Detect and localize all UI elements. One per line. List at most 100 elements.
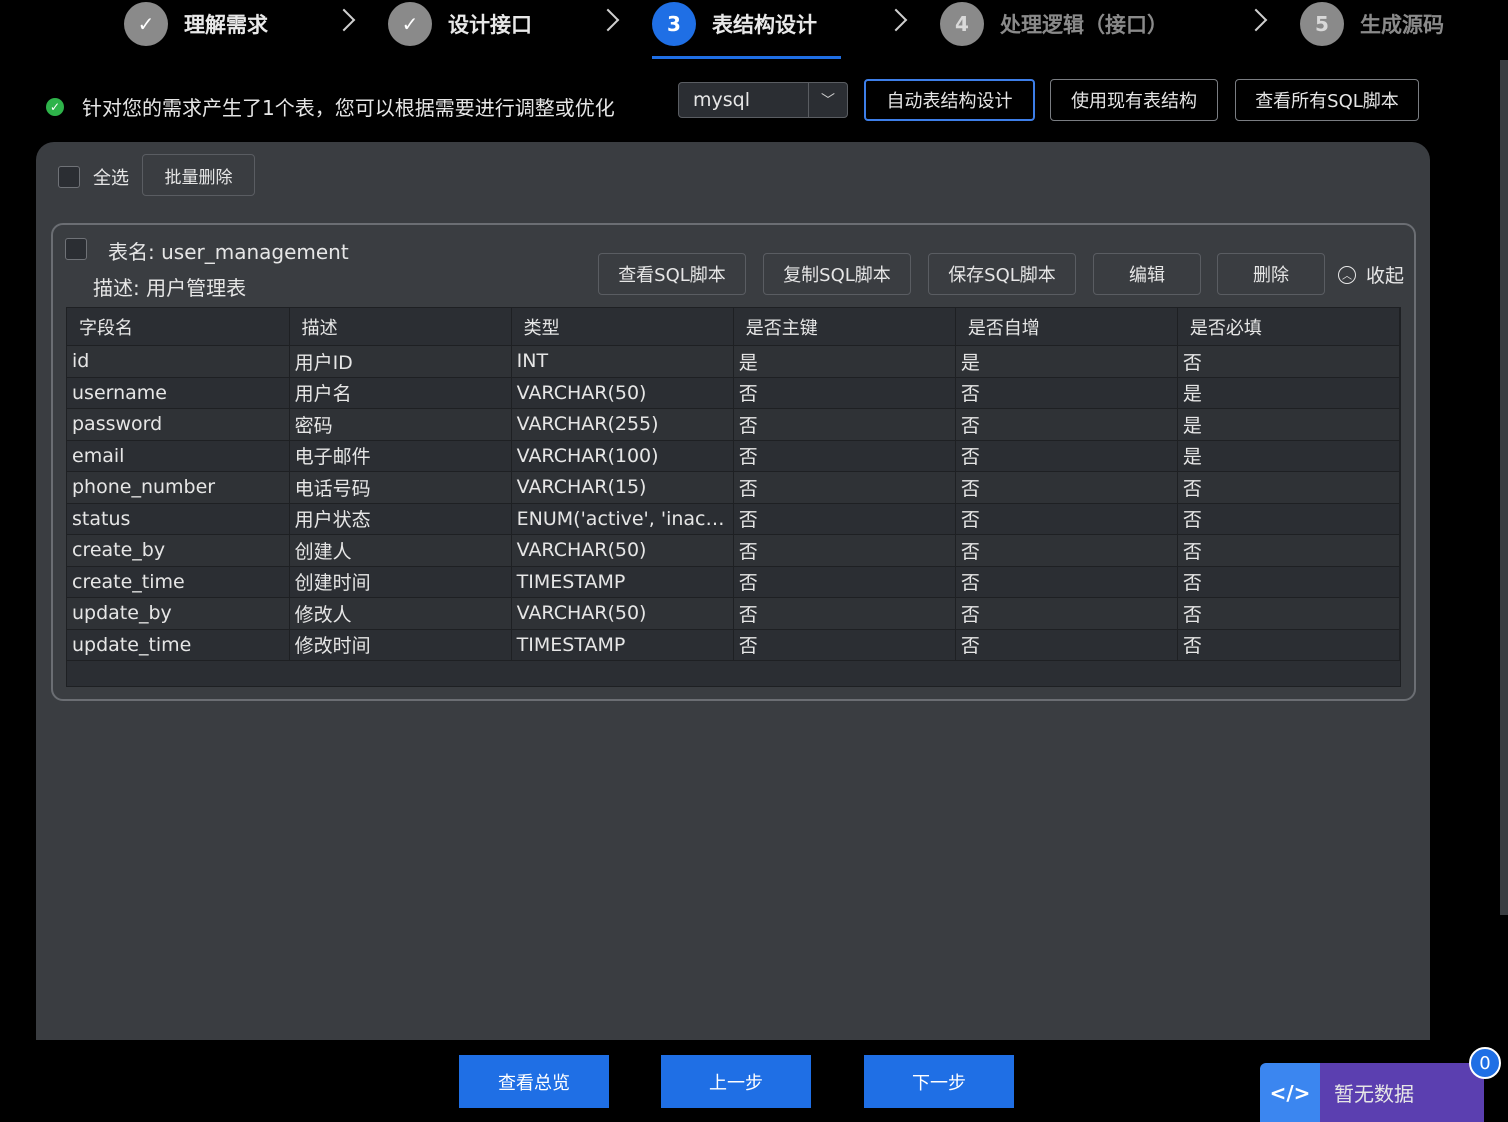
column-header: 是否主键 xyxy=(733,308,956,346)
code-icon[interactable]: </> xyxy=(1260,1063,1320,1122)
auto-design-button[interactable]: 自动表结构设计 xyxy=(864,79,1035,121)
db-type-select[interactable]: mysql ﹀ xyxy=(678,82,848,118)
table-cell: create_by xyxy=(67,534,290,567)
active-step-underline xyxy=(652,56,841,59)
table-cell: email xyxy=(67,440,290,472)
table-cell: 否 xyxy=(1177,534,1401,567)
save-sql-button[interactable]: 保存SQL脚本 xyxy=(928,253,1076,295)
table-row: status 用户状态 ENUM('active', 'inactiv... 否否否 xyxy=(67,503,1401,535)
table-row: create_time 创建时间 TIMESTAMP 否否否 xyxy=(67,566,1401,598)
table-cell: VARCHAR(15) xyxy=(511,471,734,504)
table-row: id 用户ID INT 是是否 xyxy=(67,345,1401,378)
step-number: 4 xyxy=(940,2,984,46)
step-4[interactable]: 4 处理逻辑（接口） xyxy=(940,0,1168,48)
step-number: 5 xyxy=(1300,2,1344,46)
column-header: 是否自增 xyxy=(955,308,1178,346)
next-step-button[interactable]: 下一步 xyxy=(864,1055,1014,1108)
edit-button[interactable]: 编辑 xyxy=(1093,253,1201,295)
table-cell: 是 xyxy=(1177,408,1401,441)
table-cell: 否 xyxy=(955,597,1178,630)
column-header: 描述 xyxy=(289,308,512,346)
table-card: 表名: user_management 描述: 用户管理表 查看SQL脚本 复制… xyxy=(51,223,1416,701)
table-row: create_by 创建人 VARCHAR(50) 否否否 xyxy=(67,534,1401,567)
table-cell: 否 xyxy=(1177,503,1401,535)
step-2[interactable]: ✓ 设计接口 xyxy=(388,0,532,48)
chevron-right-icon xyxy=(596,8,620,32)
chevron-up-icon: ︿ xyxy=(1338,265,1356,284)
table-row: email 电子邮件 VARCHAR(100) 否否是 xyxy=(67,440,1401,472)
view-all-sql-button[interactable]: 查看所有SQL脚本 xyxy=(1235,79,1419,121)
table-cell: 否 xyxy=(955,408,1178,441)
step-5[interactable]: 5 生成源码 xyxy=(1300,0,1444,48)
table-cell: VARCHAR(100) xyxy=(511,440,734,472)
collapse-label: 收起 xyxy=(1366,265,1405,287)
table-row: username 用户名 VARCHAR(50) 否否是 xyxy=(67,377,1401,409)
table-name: 表名: user_management xyxy=(108,240,349,264)
table-cell: 电子邮件 xyxy=(289,440,512,472)
step-label: 理解需求 xyxy=(184,13,268,37)
main-panel: 全选 批量删除 表名: user_management 描述: 用户管理表 查看… xyxy=(36,142,1430,1040)
table-cell: ENUM('active', 'inactiv... xyxy=(511,503,734,535)
success-check-icon: ✓ xyxy=(46,97,64,116)
table-cell: 否 xyxy=(955,629,1178,661)
table-cell: status xyxy=(67,503,290,535)
table-description: 描述: 用户管理表 xyxy=(93,276,247,300)
step-1[interactable]: ✓ 理解需求 xyxy=(124,0,268,48)
select-all[interactable]: 全选 xyxy=(58,164,129,190)
column-header: 类型 xyxy=(511,308,734,346)
table-cell: 否 xyxy=(733,629,956,661)
step-3[interactable]: 3 表结构设计 xyxy=(652,0,817,48)
table-cell: 用户ID xyxy=(289,345,512,378)
table-cell: id xyxy=(67,345,290,378)
table-cell: 是 xyxy=(1177,377,1401,409)
table-row: password 密码 VARCHAR(255) 否否是 xyxy=(67,408,1401,441)
table-cell: 创建人 xyxy=(289,534,512,567)
table-cell: update_by xyxy=(67,597,290,630)
overview-button[interactable]: 查看总览 xyxy=(459,1055,609,1108)
prev-step-button[interactable]: 上一步 xyxy=(661,1055,811,1108)
table-cell: password xyxy=(67,408,290,441)
step-label: 设计接口 xyxy=(448,13,532,37)
table-header-row: 字段名 描述 类型 是否主键 是否自增 是否必填 xyxy=(67,308,1401,346)
delete-button[interactable]: 删除 xyxy=(1217,253,1325,295)
table-cell: 否 xyxy=(1177,471,1401,504)
table-cell: update_time xyxy=(67,629,290,661)
table-checkbox[interactable] xyxy=(65,238,87,260)
table-cell: phone_number xyxy=(67,471,290,504)
chevron-right-icon xyxy=(884,8,908,32)
scrollbar[interactable] xyxy=(1500,60,1508,915)
table-cell: username xyxy=(67,377,290,409)
table-cell: 是 xyxy=(733,345,956,378)
table-row: phone_number 电话号码 VARCHAR(15) 否否否 xyxy=(67,471,1401,504)
table-row: update_time 修改时间 TIMESTAMP 否否否 xyxy=(67,629,1401,661)
table-cell: 否 xyxy=(733,408,956,441)
table-cell: 否 xyxy=(733,377,956,409)
chevron-right-icon xyxy=(332,8,356,32)
table-cell: VARCHAR(50) xyxy=(511,534,734,567)
column-header: 字段名 xyxy=(67,308,290,346)
table-cell: TIMESTAMP xyxy=(511,629,734,661)
use-existing-button[interactable]: 使用现有表结构 xyxy=(1050,79,1218,121)
info-message: ✓ 针对您的需求产生了1个表，您可以根据需要进行调整或优化 xyxy=(46,92,615,121)
db-type-value: mysql xyxy=(693,89,750,111)
table-cell: INT xyxy=(511,345,734,378)
step-number: 3 xyxy=(652,2,696,46)
view-sql-button[interactable]: 查看SQL脚本 xyxy=(598,253,746,295)
copy-sql-button[interactable]: 复制SQL脚本 xyxy=(763,253,911,295)
table-cell: 否 xyxy=(955,534,1178,567)
table-cell: 否 xyxy=(955,566,1178,598)
fields-table: 字段名 描述 类型 是否主键 是否自增 是否必填 id 用户ID INT 是是否 use… xyxy=(66,307,1401,687)
table-cell: create_time xyxy=(67,566,290,598)
table-cell: VARCHAR(50) xyxy=(511,377,734,409)
collapse-toggle[interactable]: ︿ 收起 xyxy=(1338,261,1404,288)
select-all-checkbox[interactable] xyxy=(58,166,80,188)
count-badge: 0 xyxy=(1469,1047,1501,1079)
batch-delete-button[interactable]: 批量删除 xyxy=(142,154,255,196)
table-cell: TIMESTAMP xyxy=(511,566,734,598)
table-cell: 否 xyxy=(1177,597,1401,630)
floating-widget[interactable]: </> 暂无数据 xyxy=(1260,1063,1484,1122)
table-cell: 是 xyxy=(1177,440,1401,472)
table-cell: 否 xyxy=(733,534,956,567)
table-cell: 用户名 xyxy=(289,377,512,409)
table-cell: VARCHAR(255) xyxy=(511,408,734,441)
